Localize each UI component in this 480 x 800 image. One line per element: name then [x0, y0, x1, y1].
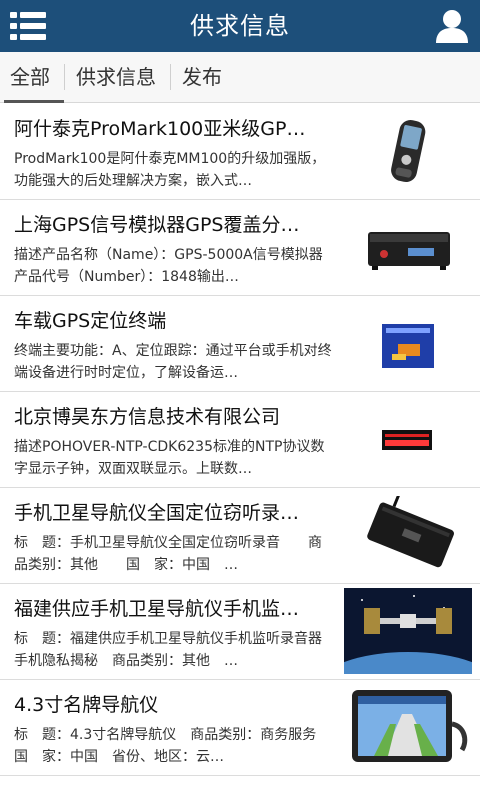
tab-divider: [64, 64, 65, 90]
item-description: 描述POHOVER-NTP-CDK6235标准的NTP协议数字显示子钟，双面双联…: [14, 439, 325, 477]
car-navigator-thumbnail: [344, 684, 472, 770]
item-title: 车载GPS定位终端: [14, 310, 167, 332]
item-title: 阿什泰克ProMark100亚米级GP…: [14, 118, 306, 140]
handheld-gps-device-thumbnail: [344, 112, 472, 192]
item-title: 4.3寸名牌导航仪: [14, 694, 159, 716]
list-item[interactable]: 4.3寸名牌导航仪 标 题：4.3寸名牌导航仪 商品类别：商务服务 国 家：中国…: [0, 680, 480, 776]
avl-tracker-thumbnail: [344, 496, 472, 576]
tab-divider: [170, 64, 171, 90]
active-tab-indicator: [4, 100, 64, 103]
vehicle-gps-terminal-thumbnail: [344, 304, 472, 384]
item-description: 描述产品名称（Name）：GPS-5000A信号模拟器产品代号（Number）：…: [14, 247, 323, 285]
tab-supply-info[interactable]: 供求信息: [76, 52, 156, 102]
item-title: 上海GPS信号模拟器GPS覆盖分…: [14, 214, 300, 236]
list-item[interactable]: 北京博昊东方信息技术有限公司 描述POHOVER-NTP-CDK6235标准的N…: [0, 392, 480, 488]
page-title: 供求信息: [190, 12, 290, 40]
item-description: 终端主要功能：A、定位跟踪：通过平台或手机对终端设备进行时时定位，了解设备运…: [14, 343, 332, 381]
list-item[interactable]: 手机卫星导航仪全国定位窃听录… 标 题：手机卫星导航仪全国定位窃听录音 商品类别…: [0, 488, 480, 584]
tab-all[interactable]: 全部: [10, 52, 50, 102]
supply-list: 阿什泰克ProMark100亚米级GP… ProdMark100是阿什泰克MM1…: [0, 104, 480, 776]
user-icon[interactable]: [434, 8, 470, 44]
item-description: 标 题：福建供应手机卫星导航仪手机监听录音器手机隐私揭秘 商品类别：其他 …: [14, 631, 322, 669]
led-clock-display-thumbnail: [344, 400, 472, 480]
item-title: 福建供应手机卫星导航仪手机监…: [14, 598, 300, 620]
tab-publish[interactable]: 发布: [182, 52, 222, 102]
item-description: 标 题：4.3寸名牌导航仪 商品类别：商务服务 国 家：中国 省份、地区：云…: [14, 727, 332, 765]
list-item[interactable]: 阿什泰克ProMark100亚米级GP… ProdMark100是阿什泰克MM1…: [0, 104, 480, 200]
list-item[interactable]: 上海GPS信号模拟器GPS覆盖分… 描述产品名称（Name）：GPS-5000A…: [0, 200, 480, 296]
gps-signal-simulator-thumbnail: [344, 208, 472, 288]
item-description: ProdMark100是阿什泰克MM100的升级加强版，功能强大的后处理解决方案…: [14, 151, 326, 189]
satellite-photo-thumbnail: [344, 588, 472, 674]
list-item[interactable]: 福建供应手机卫星导航仪手机监… 标 题：福建供应手机卫星导航仪手机监听录音器手机…: [0, 584, 480, 680]
item-title: 北京博昊东方信息技术有限公司: [14, 406, 281, 428]
tab-bar: 全部 供求信息 发布: [0, 52, 480, 103]
list-item[interactable]: 车载GPS定位终端 终端主要功能：A、定位跟踪：通过平台或手机对终端设备进行时时…: [0, 296, 480, 392]
top-bar: 供求信息: [0, 0, 480, 52]
item-title: 手机卫星导航仪全国定位窃听录…: [14, 502, 300, 524]
item-description: 标 题：手机卫星导航仪全国定位窃听录音 商品类别：其他 国 家：中国 …: [14, 535, 322, 573]
